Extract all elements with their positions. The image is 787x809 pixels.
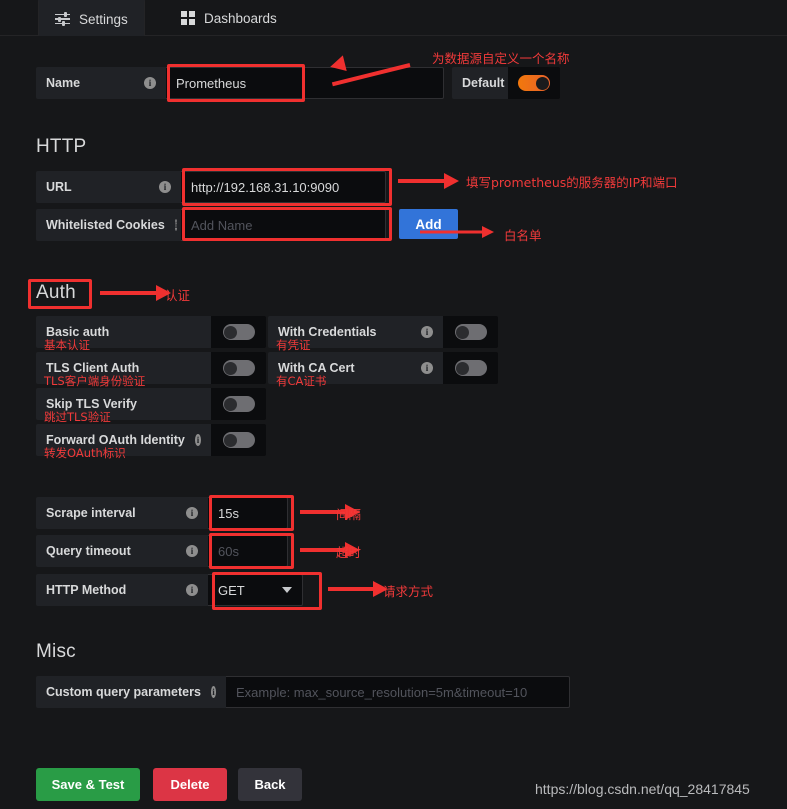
auth-annotation: 认证 bbox=[165, 288, 191, 303]
name-label-text: Name bbox=[46, 76, 81, 90]
tab-dashboards-label: Dashboards bbox=[204, 10, 277, 26]
custom-query-label: Custom query parameters i bbox=[36, 676, 226, 708]
query-timeout-label-text: Query timeout bbox=[46, 544, 131, 558]
info-icon[interactable]: i bbox=[186, 507, 198, 519]
with-ca-cert-sub: 有CA证书 bbox=[276, 374, 327, 388]
cookies-label: Whitelisted Cookies i bbox=[36, 209, 181, 241]
tls-client-auth-toggle[interactable] bbox=[222, 360, 255, 376]
grid-icon bbox=[181, 11, 195, 25]
scrape-interval-label-text: Scrape interval bbox=[46, 506, 136, 520]
query-timeout-annotation: 超时 bbox=[336, 545, 362, 560]
skip-tls-verify-toggle-cell[interactable] bbox=[211, 388, 266, 420]
skip-tls-verify-toggle[interactable] bbox=[222, 396, 255, 412]
basic-auth-toggle[interactable] bbox=[222, 324, 255, 340]
save-and-test-button[interactable]: Save & Test bbox=[36, 768, 140, 801]
back-button[interactable]: Back bbox=[238, 768, 302, 801]
url-annotation: 填写prometheus的服务器的IP和端口 bbox=[466, 175, 678, 190]
http-method-label-text: HTTP Method bbox=[46, 583, 127, 597]
scrape-interval-input[interactable]: 15s bbox=[208, 497, 288, 529]
http-method-value: GET bbox=[218, 582, 245, 598]
basic-auth-toggle-cell[interactable] bbox=[211, 316, 266, 348]
http-method-select[interactable]: GET bbox=[208, 574, 303, 606]
scrape-interval-annotation: 间隔 bbox=[336, 507, 362, 522]
tab-bar: Settings Dashboards bbox=[0, 0, 787, 36]
url-label-text: URL bbox=[46, 180, 72, 194]
name-input[interactable]: Prometheus bbox=[166, 67, 444, 99]
add-cookie-button[interactable]: Add bbox=[399, 209, 458, 239]
with-credentials-toggle[interactable] bbox=[454, 324, 487, 340]
misc-section-title: Misc bbox=[36, 641, 76, 662]
cookies-annotation: 白名单 bbox=[504, 228, 542, 243]
datasource-settings-page: Settings Dashboards Name i Prometheus De… bbox=[0, 0, 787, 809]
default-row: Default bbox=[452, 67, 560, 99]
tls-client-auth-toggle-cell[interactable] bbox=[211, 352, 266, 384]
info-icon[interactable]: i bbox=[144, 77, 156, 89]
custom-query-placeholder: Example: max_source_resolution=5m&timeou… bbox=[236, 684, 528, 700]
forward-oauth-sub: 转发OAuth标识 bbox=[44, 446, 126, 460]
default-label: Default bbox=[452, 67, 508, 99]
info-icon[interactable]: i bbox=[186, 584, 198, 596]
basic-auth-sub: 基本认证 bbox=[44, 338, 90, 352]
query-timeout-row: Query timeout i 60s bbox=[36, 535, 288, 567]
with-ca-cert-toggle[interactable] bbox=[454, 360, 487, 376]
info-icon[interactable]: i bbox=[186, 545, 198, 557]
default-label-text: Default bbox=[462, 76, 505, 90]
info-icon[interactable]: i bbox=[421, 326, 433, 338]
forward-oauth-toggle-cell[interactable] bbox=[211, 424, 266, 456]
name-input-value: Prometheus bbox=[176, 75, 247, 91]
url-input[interactable]: http://192.168.31.10:9090 bbox=[181, 171, 386, 203]
query-timeout-input[interactable]: 60s bbox=[208, 535, 288, 567]
chevron-down-icon[interactable] bbox=[282, 587, 292, 593]
tab-settings[interactable]: Settings bbox=[38, 0, 145, 36]
watermark: https://blog.csdn.net/qq_28417845 bbox=[535, 781, 750, 797]
info-icon[interactable]: i bbox=[210, 686, 216, 698]
tab-dashboards[interactable]: Dashboards bbox=[165, 0, 293, 36]
info-icon[interactable]: i bbox=[159, 181, 171, 193]
default-toggle[interactable] bbox=[518, 75, 550, 91]
name-label: Name i bbox=[36, 67, 166, 99]
url-row: URL i http://192.168.31.10:9090 bbox=[36, 171, 386, 203]
http-method-annotation: 请求方式 bbox=[383, 584, 434, 599]
cookies-row: Whitelisted Cookies i Add Name bbox=[36, 209, 386, 241]
custom-query-row: Custom query parameters i Example: max_s… bbox=[36, 676, 570, 708]
query-timeout-placeholder: 60s bbox=[218, 543, 239, 559]
cookies-label-text: Whitelisted Cookies bbox=[46, 218, 165, 232]
skip-tls-verify-sub: 跳过TLS验证 bbox=[44, 410, 111, 424]
info-icon[interactable]: i bbox=[194, 434, 201, 446]
http-section-title: HTTP bbox=[36, 136, 87, 157]
sliders-icon bbox=[55, 12, 70, 26]
default-toggle-cell[interactable] bbox=[508, 67, 560, 99]
scrape-interval-label: Scrape interval i bbox=[36, 497, 208, 529]
cookies-input[interactable]: Add Name bbox=[181, 209, 386, 241]
query-timeout-label: Query timeout i bbox=[36, 535, 208, 567]
url-label: URL i bbox=[36, 171, 181, 203]
with-credentials-sub: 有凭证 bbox=[276, 338, 311, 352]
cookies-placeholder: Add Name bbox=[191, 217, 253, 233]
http-method-label: HTTP Method i bbox=[36, 574, 208, 606]
custom-query-input[interactable]: Example: max_source_resolution=5m&timeou… bbox=[226, 676, 570, 708]
name-annotation: 为数据源自定义一个名称 bbox=[432, 51, 570, 66]
scrape-interval-row: Scrape interval i 15s bbox=[36, 497, 288, 529]
scrape-interval-value: 15s bbox=[218, 505, 239, 521]
info-icon[interactable]: i bbox=[174, 219, 178, 231]
delete-button[interactable]: Delete bbox=[153, 768, 227, 801]
with-credentials-toggle-cell[interactable] bbox=[443, 316, 498, 348]
url-input-value: http://192.168.31.10:9090 bbox=[191, 179, 340, 195]
auth-section-title: Auth bbox=[36, 282, 76, 303]
tls-client-auth-sub: TLS客户端身份验证 bbox=[44, 374, 146, 388]
custom-query-label-text: Custom query parameters bbox=[46, 685, 201, 699]
http-method-row: HTTP Method i GET bbox=[36, 574, 303, 606]
info-icon[interactable]: i bbox=[421, 362, 433, 374]
tab-settings-label: Settings bbox=[79, 11, 128, 27]
forward-oauth-toggle[interactable] bbox=[222, 432, 255, 448]
with-ca-cert-toggle-cell[interactable] bbox=[443, 352, 498, 384]
